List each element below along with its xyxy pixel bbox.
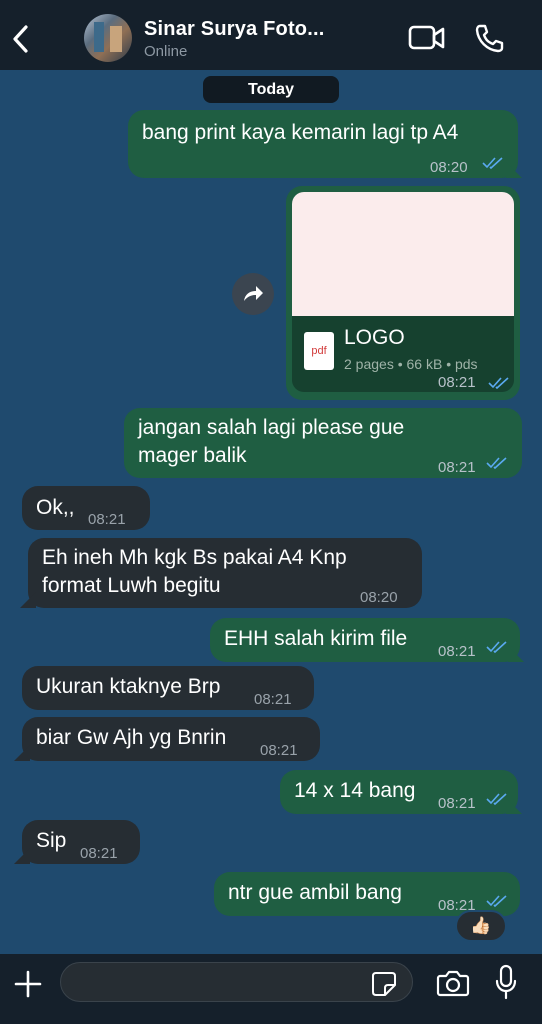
date-chip: Today <box>203 76 339 103</box>
plus-icon <box>14 970 42 998</box>
voice-call-button[interactable] <box>474 22 506 54</box>
message-text: Ukuran ktaknye Brp <box>36 675 221 698</box>
message-text: Sip <box>36 829 67 852</box>
double-check-icon <box>486 895 507 908</box>
message-text: Ok,, <box>36 496 75 519</box>
pdf-file-icon: pdf <box>304 332 334 370</box>
forward-arrow-icon <box>244 286 263 301</box>
message-bubble-incoming[interactable]: Eh ineh Mh kgk Bs pakai A4 Knp format Lu… <box>20 538 422 608</box>
message-time: 08:21 <box>80 845 118 862</box>
video-camera-icon <box>408 25 445 50</box>
message-bubble-incoming[interactable]: biar Gw Ajh yg Bnrin 08:21 <box>14 717 320 761</box>
message-text: 14 x 14 bang <box>294 779 416 802</box>
file-message-bubble[interactable]: pdf LOGO 2 pages • 66 kB • pds 08:21 <box>286 186 520 400</box>
message-bubble-incoming[interactable]: Ok,, 08:21 <box>22 486 150 530</box>
message-time: 08:21 <box>260 742 298 759</box>
message-text: biar Gw Ajh yg Bnrin <box>36 726 227 749</box>
message-time: 08:21 <box>438 795 476 812</box>
message-time: 08:21 <box>88 511 126 528</box>
bubble-tail <box>14 745 30 761</box>
message-time: 08:21 <box>438 459 476 476</box>
message-time: 08:20 <box>360 589 398 606</box>
message-time: 08:21 <box>438 374 476 391</box>
back-button[interactable] <box>8 22 34 56</box>
message-text: EHH salah kirim file <box>224 627 408 650</box>
message-text-line2: format Luwh begitu <box>42 574 221 597</box>
message-bubble-outgoing[interactable]: jangan salah lagi please gue mager balik… <box>124 408 522 478</box>
message-text: ntr gue ambil bang <box>228 881 402 904</box>
file-name: LOGO <box>344 326 405 349</box>
message-input[interactable] <box>60 962 413 1002</box>
double-check-icon <box>488 377 509 390</box>
chat-area[interactable]: Today bang print kaya kemarin lagi tp A4… <box>0 70 542 954</box>
contact-status: Online <box>144 43 188 60</box>
forward-button[interactable] <box>232 273 274 315</box>
microphone-icon <box>495 964 517 1000</box>
message-bubble-outgoing[interactable]: 14 x 14 bang 08:21 <box>280 770 522 814</box>
phone-icon <box>475 24 504 53</box>
composer-bar <box>0 954 542 1024</box>
file-preview[interactable] <box>292 192 514 316</box>
double-check-icon <box>482 157 503 170</box>
avatar[interactable] <box>84 14 132 62</box>
bubble-tail <box>20 592 36 608</box>
file-info: pdf LOGO 2 pages • 66 kB • pds 08:21 <box>292 316 514 392</box>
message-time: 08:20 <box>430 159 468 176</box>
attach-button[interactable] <box>12 968 44 1000</box>
video-call-button[interactable] <box>408 24 446 52</box>
back-arrow-icon <box>13 25 28 53</box>
sticker-icon <box>372 972 396 996</box>
message-text-line1: Eh ineh Mh kgk Bs pakai A4 Knp <box>42 546 347 569</box>
bubble-tail <box>506 162 522 178</box>
contact-name[interactable]: Sinar Surya Foto... <box>144 18 325 41</box>
camera-button[interactable] <box>436 968 470 998</box>
message-time: 08:21 <box>438 643 476 660</box>
microphone-button[interactable] <box>494 964 518 1000</box>
message-text-line1: jangan salah lagi please gue <box>138 416 405 439</box>
message-text-line2: mager balik <box>138 444 247 467</box>
sticker-button[interactable] <box>370 970 398 998</box>
bubble-tail <box>14 848 30 864</box>
chat-header: Sinar Surya Foto... Online <box>0 0 542 70</box>
reaction-badge[interactable]: 👍🏻 <box>455 910 507 942</box>
message-time: 08:21 <box>254 691 292 708</box>
double-check-icon <box>486 793 507 806</box>
double-check-icon <box>486 641 507 654</box>
message-bubble-outgoing[interactable]: bang print kaya kemarin lagi tp A4 08:20 <box>128 110 522 178</box>
bubble-tail <box>506 798 522 814</box>
message-bubble-outgoing[interactable]: EHH salah kirim file 08:21 <box>210 618 524 662</box>
camera-icon <box>436 970 470 997</box>
message-bubble-incoming[interactable]: Ukuran ktaknye Brp 08:21 <box>22 666 314 710</box>
message-text: bang print kaya kemarin lagi tp A4 <box>142 121 459 144</box>
file-meta: 2 pages • 66 kB • pds <box>344 356 478 372</box>
bubble-tail <box>508 646 524 662</box>
double-check-icon <box>486 457 507 470</box>
message-bubble-incoming[interactable]: Sip 08:21 <box>14 820 140 864</box>
